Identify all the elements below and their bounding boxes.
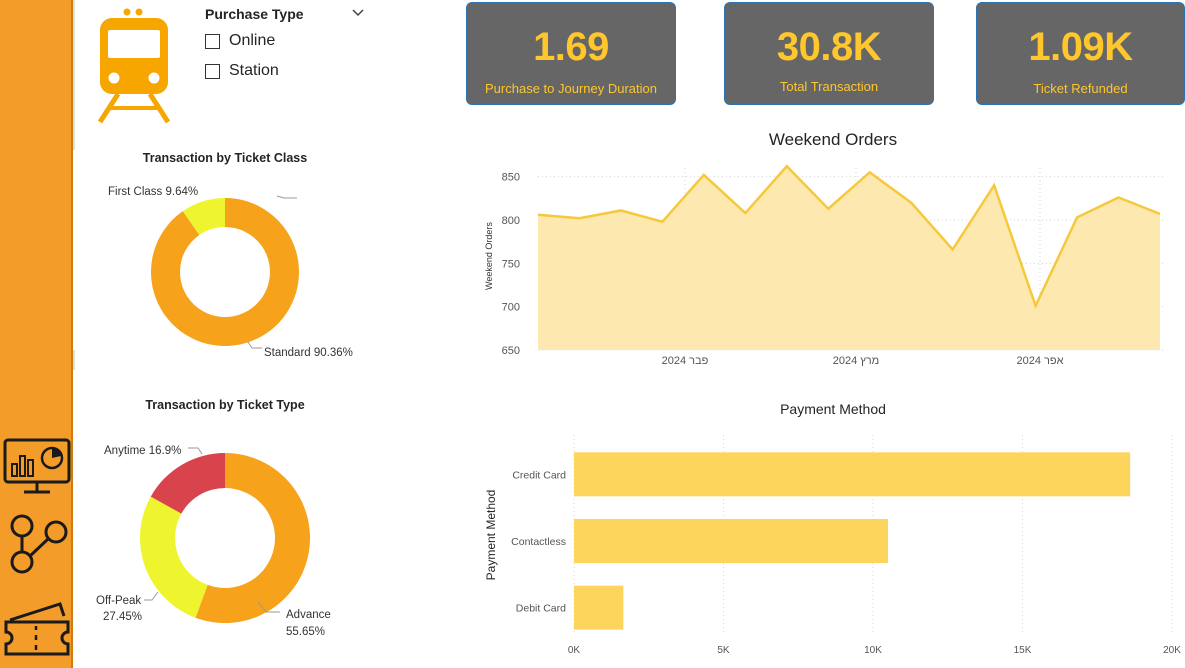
y-tick-label: 850 (502, 172, 520, 184)
ticket-class-chart-title: Transaction by Ticket Class (142, 151, 308, 165)
payment-method-chart-title: Payment Method (780, 401, 886, 417)
x-tick-label: 2024 מרץ (833, 355, 880, 367)
slicer-title: Purchase Type (205, 6, 304, 22)
x-tick-label: 20K (1163, 645, 1181, 656)
kpi-value: 30.8K (776, 25, 882, 69)
bar-contactless[interactable] (574, 519, 888, 563)
y-tick-label: 750 (502, 258, 520, 270)
kpi-card-duration: 1.69 Purchase to Journey Duration (466, 2, 676, 105)
chevron-down-icon[interactable] (351, 7, 365, 19)
slicer-option-label: Online (229, 32, 276, 49)
x-tick-label: 15K (1014, 645, 1032, 656)
y-tick-label: Contactless (511, 536, 566, 548)
x-tick-label: 2024 פבר (662, 355, 709, 367)
dashboard-icon[interactable] (2, 436, 72, 498)
ticket-type-chart-title: Transaction by Ticket Type (145, 398, 305, 412)
y-tick-label: Credit Card (512, 469, 566, 481)
purchase-type-slicer: Purchase Type Online Station (205, 6, 375, 91)
bar-debit-card[interactable] (574, 585, 624, 630)
slice-label-off-peak: Off-Peak (96, 595, 141, 607)
area-fill (538, 166, 1160, 350)
station-checkbox[interactable] (205, 63, 220, 79)
online-checkbox[interactable] (205, 33, 220, 49)
slicer-option-station[interactable]: Station (205, 60, 279, 82)
divider (73, 0, 75, 150)
y-tick-label: Debit Card (516, 603, 566, 615)
leader-line (247, 341, 262, 349)
kpi-label: Total Transaction (779, 79, 879, 94)
leader-line (144, 591, 159, 601)
x-tick-label: 10K (864, 645, 882, 656)
divider (73, 350, 75, 370)
slice-label-first-class: First Class 9.64% (108, 186, 198, 198)
y-tick-label: 650 (502, 345, 520, 357)
slicer-option-online[interactable]: Online (205, 30, 275, 52)
y-axis-label: Payment Method (484, 490, 498, 581)
payment-method-chart: 0K 5K 10K 15K 20K Credit Card Contactless Debit… (484, 435, 1181, 656)
y-tick-label: 700 (502, 302, 520, 314)
weekend-orders-chart: 6507007508008502024 פבר 2024 מרץ 2024 אפר … (484, 164, 1166, 367)
x-tick-label: 5K (717, 645, 730, 656)
slice-pct-advance: 55.65% (286, 626, 325, 638)
kpi-value: 1.09K (1028, 25, 1133, 69)
x-tick-label: 2024 אפר (1016, 355, 1063, 367)
ticket-type-donut: Anytime 16.9% Off-Peak 27.45% Advance 55… (96, 445, 331, 638)
slice-label-anytime: Anytime 16.9% (104, 445, 181, 457)
slicer-option-label: Station (229, 62, 279, 79)
slice-label-standard: Standard 90.36% (264, 347, 353, 359)
ticket-class-donut: First Class 9.64% Standard 90.36% (108, 186, 353, 359)
kpi-card-transactions: 30.8K Total Transaction (724, 2, 934, 105)
kpi-label: Purchase to Journey Duration (485, 81, 657, 96)
leader-line (188, 447, 203, 455)
y-tick-label: 800 (502, 215, 520, 227)
bar-credit-card[interactable] (574, 452, 1131, 497)
weekend-orders-chart-title: Weekend Orders (768, 130, 898, 149)
x-tick-label: 0K (568, 645, 581, 656)
slice-pct-off-peak: 27.45% (103, 611, 142, 623)
slice-standard[interactable] (151, 198, 300, 346)
ticket-icon[interactable] (2, 598, 72, 660)
sidebar-nav (0, 0, 73, 668)
kpi-card-refunded: 1.09K Ticket Refunded (976, 2, 1185, 105)
train-icon (97, 8, 171, 124)
kpi-value: 1.69 (533, 25, 609, 69)
leader-line (276, 195, 297, 199)
slice-label-advance: Advance (286, 609, 331, 621)
network-icon[interactable] (2, 512, 72, 574)
kpi-label: Ticket Refunded (1033, 81, 1128, 96)
y-axis-label: Weekend Orders (484, 222, 494, 290)
